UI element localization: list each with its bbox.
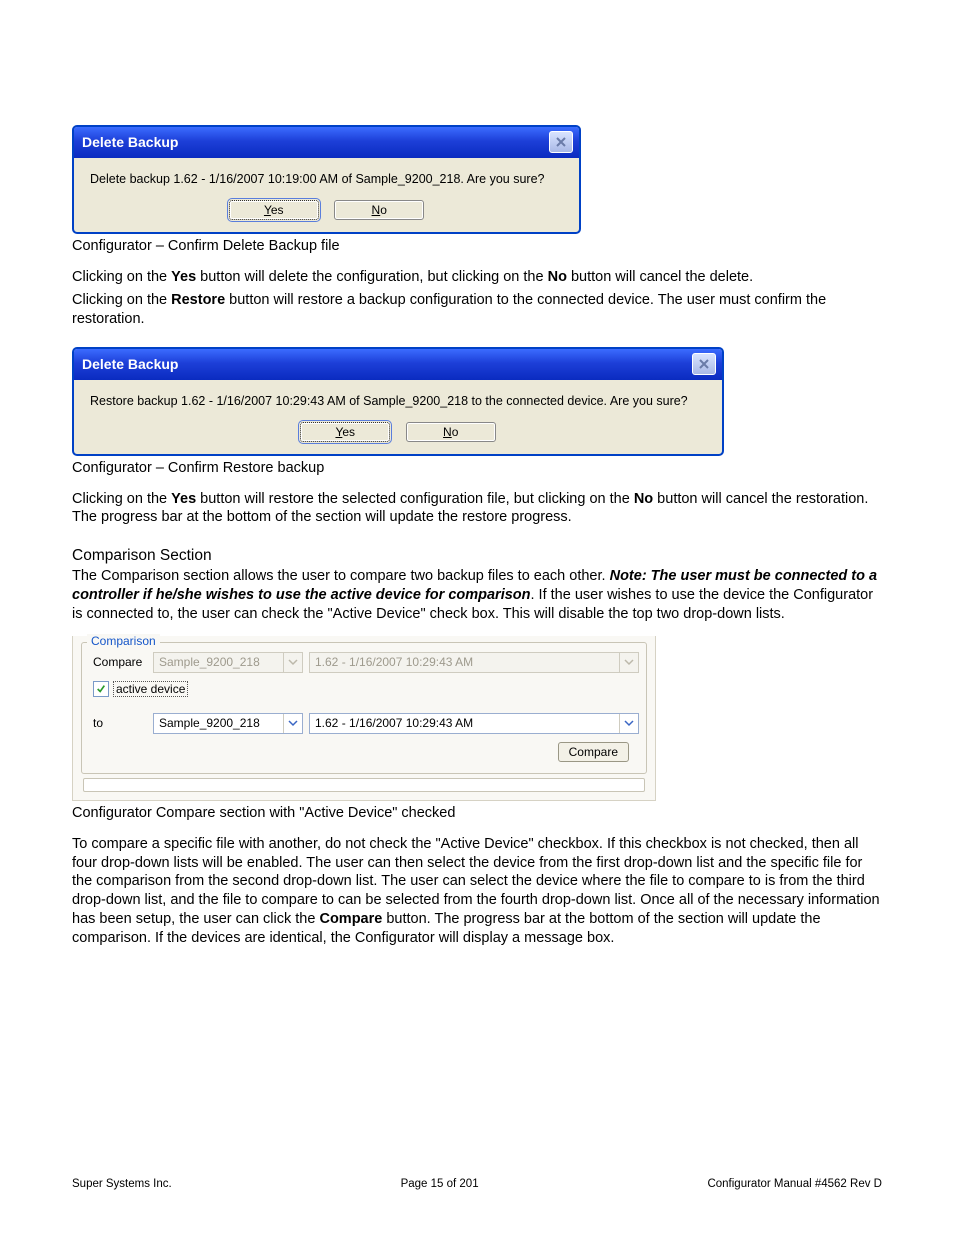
compare-file-dropdown: 1.62 - 1/16/2007 10:29:43 AM bbox=[309, 652, 639, 673]
body-text: To compare a specific file with another,… bbox=[72, 835, 882, 948]
dialog-titlebar: Delete Backup bbox=[74, 127, 579, 158]
progress-bar bbox=[83, 778, 645, 792]
delete-backup-dialog: Delete Backup Delete backup 1.62 - 1/16/… bbox=[72, 125, 581, 234]
page-footer: Super Systems Inc. Page 15 of 201 Config… bbox=[72, 1178, 882, 1190]
active-device-checkbox[interactable] bbox=[93, 681, 109, 697]
restore-backup-dialog: Delete Backup Restore backup 1.62 - 1/16… bbox=[72, 347, 724, 456]
body-text: Clicking on the Yes button will delete t… bbox=[72, 268, 882, 287]
chevron-down-icon bbox=[283, 653, 302, 672]
comparison-panel: Comparison Compare Sample_9200_218 1.62 … bbox=[72, 636, 656, 801]
compare-label: Compare bbox=[93, 655, 153, 669]
compare-button[interactable]: Compare bbox=[558, 742, 629, 762]
dialog-message: Restore backup 1.62 - 1/16/2007 10:29:43… bbox=[90, 394, 706, 408]
no-button[interactable]: No bbox=[406, 422, 496, 442]
body-text: Clicking on the Yes button will restore … bbox=[72, 490, 882, 528]
dialog-titlebar: Delete Backup bbox=[74, 349, 722, 380]
active-device-label: active device bbox=[113, 681, 188, 697]
to-device-dropdown[interactable]: Sample_9200_218 bbox=[153, 713, 303, 734]
footer-right: Configurator Manual #4562 Rev D bbox=[707, 1178, 882, 1190]
body-text: Clicking on the Restore button will rest… bbox=[72, 291, 882, 329]
chevron-down-icon bbox=[619, 653, 638, 672]
footer-left: Super Systems Inc. bbox=[72, 1178, 172, 1190]
figure-caption: Configurator – Confirm Restore backup bbox=[72, 460, 882, 476]
dialog-title: Delete Backup bbox=[82, 134, 178, 150]
to-label: to bbox=[93, 716, 153, 730]
to-file-dropdown[interactable]: 1.62 - 1/16/2007 10:29:43 AM bbox=[309, 713, 639, 734]
figure-caption: Configurator Compare section with "Activ… bbox=[72, 805, 882, 821]
yes-button[interactable]: Yes bbox=[229, 200, 319, 220]
compare-device-dropdown: Sample_9200_218 bbox=[153, 652, 303, 673]
yes-button[interactable]: Yes bbox=[300, 422, 390, 442]
dialog-message: Delete backup 1.62 - 1/16/2007 10:19:00 … bbox=[90, 172, 563, 186]
body-text: The Comparison section allows the user t… bbox=[72, 567, 882, 624]
fieldset-legend: Comparison bbox=[87, 634, 160, 648]
no-button[interactable]: No bbox=[334, 200, 424, 220]
chevron-down-icon bbox=[619, 714, 638, 733]
close-icon[interactable] bbox=[692, 353, 716, 375]
close-icon[interactable] bbox=[549, 131, 573, 153]
figure-caption: Configurator – Confirm Delete Backup fil… bbox=[72, 238, 882, 254]
chevron-down-icon bbox=[283, 714, 302, 733]
footer-center: Page 15 of 201 bbox=[401, 1178, 479, 1190]
dialog-title: Delete Backup bbox=[82, 356, 178, 372]
section-heading: Comparison Section bbox=[72, 547, 882, 565]
